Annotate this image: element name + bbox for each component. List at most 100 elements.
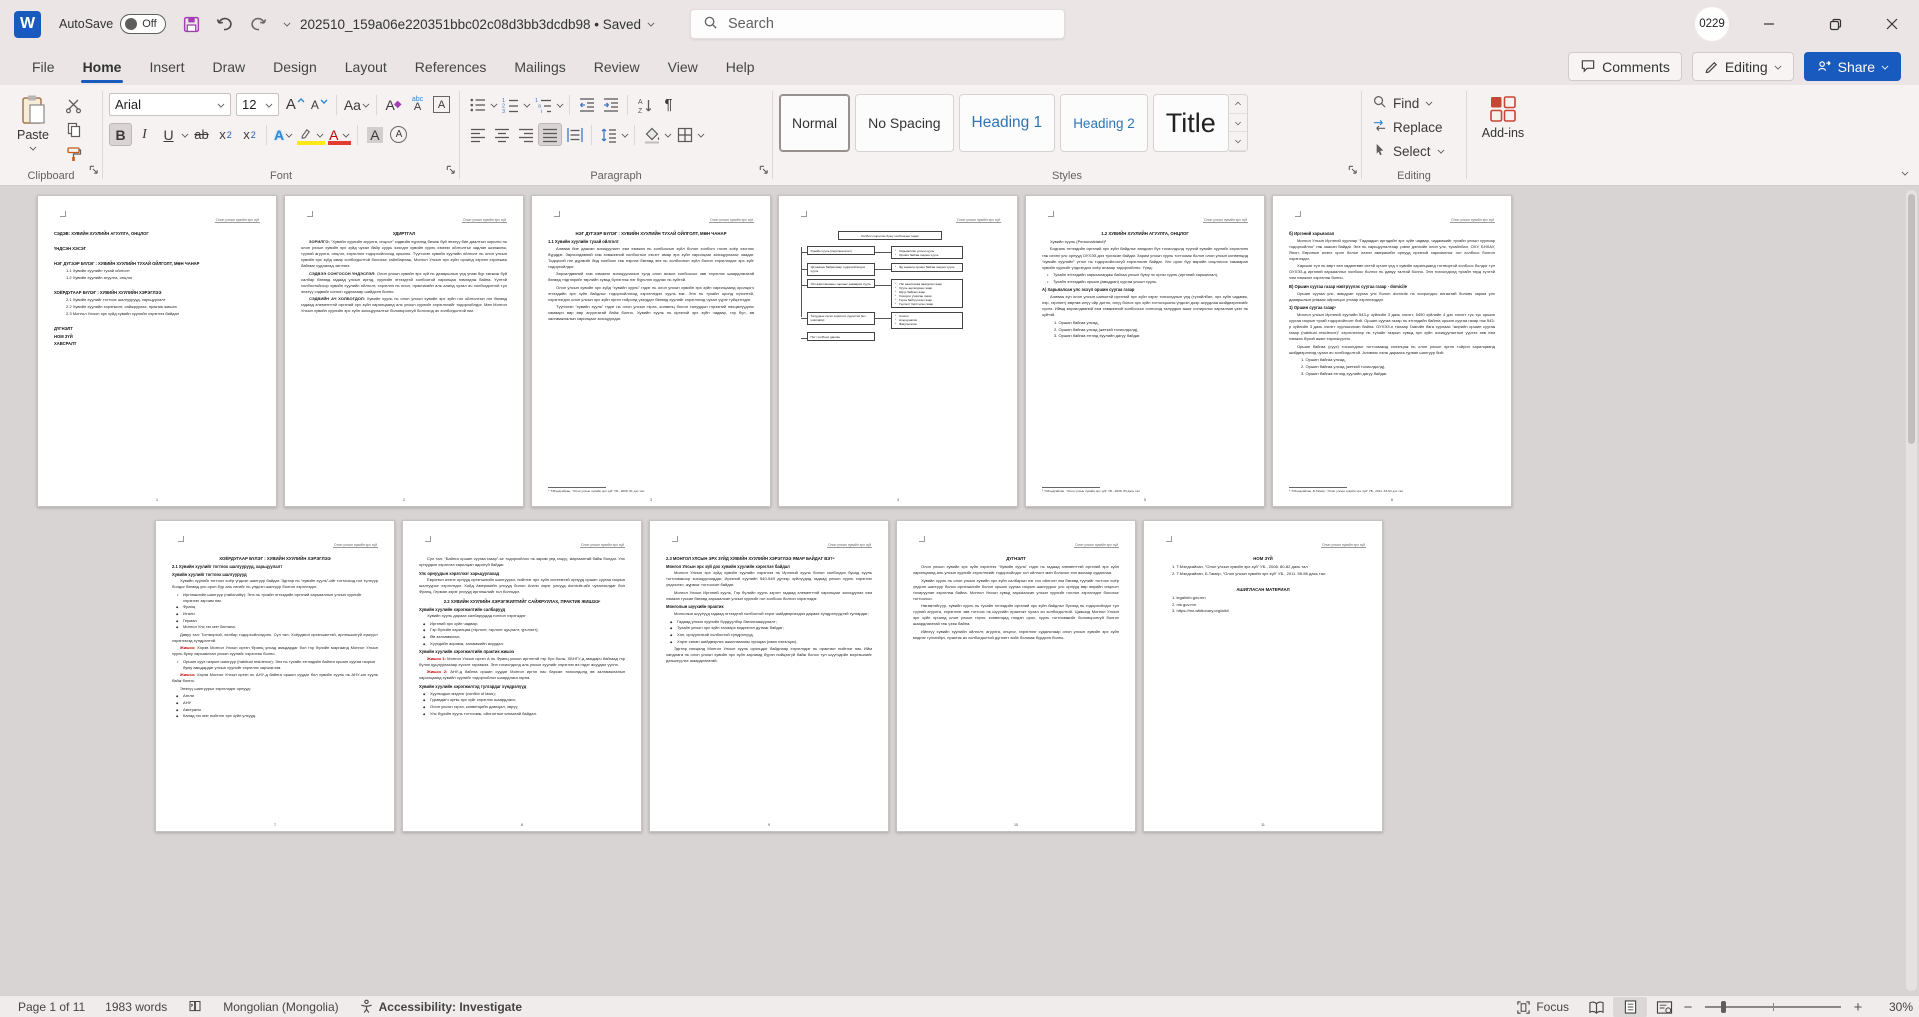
share-button[interactable]: Share xyxy=(1804,52,1901,81)
font-family-select[interactable]: Arial xyxy=(109,93,231,116)
bullets-chevron-icon[interactable] xyxy=(491,101,497,107)
align-center-button[interactable] xyxy=(490,123,513,146)
close-button[interactable] xyxy=(1869,0,1915,48)
increase-indent-button[interactable] xyxy=(599,93,622,116)
shrink-font-button[interactable]: A xyxy=(308,93,331,116)
subscript-button[interactable]: x2 xyxy=(214,123,237,146)
page-thumbnail[interactable]: Олон улсын хувийн эрх зүйХолбогч хэрэглэ… xyxy=(778,195,1018,507)
tab-review[interactable]: Review xyxy=(580,48,654,85)
find-button[interactable]: Find xyxy=(1368,92,1460,114)
accessibility-status[interactable]: Accessibility: Investigate xyxy=(349,996,532,1017)
align-left-button[interactable] xyxy=(466,123,489,146)
tab-view[interactable]: View xyxy=(654,48,712,85)
web-layout-button[interactable] xyxy=(1647,997,1681,1017)
text-effects-button[interactable]: A xyxy=(272,123,295,146)
tab-file[interactable]: File xyxy=(18,48,69,85)
tab-help[interactable]: Help xyxy=(712,48,769,85)
gallery-more-icon[interactable] xyxy=(1229,132,1247,151)
redo-icon[interactable] xyxy=(249,15,269,33)
align-right-button[interactable] xyxy=(514,123,537,146)
paragraph-dialog-launcher[interactable] xyxy=(758,162,769,180)
tab-mailings[interactable]: Mailings xyxy=(500,48,579,85)
tab-draw[interactable]: Draw xyxy=(198,48,259,85)
vertical-scrollbar[interactable] xyxy=(1906,190,1917,991)
page-thumbnail[interactable]: Олон улсын хувийн эрх зүйСул тал: “Байнг… xyxy=(402,520,642,832)
page-thumbnail[interactable]: Олон улсын хувийн эрх зүйХОЁРДУГААР БҮЛЭ… xyxy=(155,520,395,832)
numbering-chevron-icon[interactable] xyxy=(524,101,530,107)
decrease-indent-button[interactable] xyxy=(575,93,598,116)
style-heading-1[interactable]: Heading 1 xyxy=(959,94,1056,152)
page-thumbnail[interactable]: Олон улсын хувийн эрх зүйУДИРТГАЛЗОРИЛГО… xyxy=(284,195,524,507)
styles-gallery-scroll[interactable] xyxy=(1229,94,1248,152)
tab-design[interactable]: Design xyxy=(259,48,331,85)
font-dialog-launcher[interactable] xyxy=(445,162,456,180)
paste-button[interactable]: Paste xyxy=(6,92,60,164)
zoom-level[interactable]: 30% xyxy=(1879,1000,1913,1014)
zoom-in-button[interactable]: + xyxy=(1851,999,1865,1016)
numbered-list-button[interactable]: 123 xyxy=(499,93,522,116)
cut-button[interactable] xyxy=(62,96,85,116)
print-layout-button[interactable] xyxy=(1613,997,1647,1017)
zoom-slider[interactable] xyxy=(1705,1006,1841,1008)
editing-mode-button[interactable]: Editing xyxy=(1692,52,1794,81)
search-input[interactable]: Search xyxy=(690,9,1065,39)
borders-button[interactable] xyxy=(673,123,696,146)
justify-button[interactable] xyxy=(538,123,562,146)
line-spacing-chevron-icon[interactable] xyxy=(622,131,628,137)
page-thumbnail[interactable]: Олон улсын хувийн эрх зүй1.2 ХУВИЙН ХУУЛ… xyxy=(1025,195,1265,507)
style-heading-2[interactable]: Heading 2 xyxy=(1060,94,1148,152)
underline-chevron-icon[interactable] xyxy=(182,131,188,137)
scrollbar-thumb[interactable] xyxy=(1908,194,1915,444)
zoom-slider-thumb[interactable] xyxy=(1721,1001,1726,1013)
underline-button[interactable]: U xyxy=(157,123,180,146)
strikethrough-button[interactable]: ab xyxy=(190,123,213,146)
page-thumbnail[interactable]: Олон улсын хувийн эрх зүйСЭДЭВ: ХУВИЙН Х… xyxy=(37,195,277,507)
phonetic-guide-button[interactable]: abcA xyxy=(406,93,429,116)
copy-button[interactable] xyxy=(62,120,85,140)
bold-button[interactable]: B xyxy=(109,123,132,146)
page-thumbnail[interactable]: Олон улсын хувийн эрх зүйб) Иргэний харь… xyxy=(1272,195,1512,507)
change-case-button[interactable]: Aa xyxy=(342,93,371,116)
line-spacing-button[interactable] xyxy=(597,123,620,146)
proofing-status[interactable] xyxy=(177,996,213,1017)
page-thumbnail[interactable]: Олон улсын хувийн эрх зүйДҮГНЭЛТОлон улс… xyxy=(896,520,1136,832)
word-count[interactable]: 1983 words xyxy=(95,996,177,1017)
style-normal[interactable]: Normal xyxy=(779,94,850,152)
multilevel-list-button[interactable]: 1ai xyxy=(532,93,555,116)
quick-access-chevron-icon[interactable] xyxy=(284,21,290,27)
select-button[interactable]: Select xyxy=(1368,140,1460,162)
replace-button[interactable]: Replace xyxy=(1368,116,1460,138)
show-formatting-marks-button[interactable]: ¶ xyxy=(657,93,680,116)
font-color-button[interactable]: A xyxy=(327,123,352,146)
superscript-button[interactable]: x2 xyxy=(238,123,261,146)
font-size-select[interactable]: 12 xyxy=(236,93,279,116)
page-thumbnail[interactable]: Олон улсын хувийн эрх зүйНЭГ ДҮГЭЭР БҮЛЭ… xyxy=(531,195,771,507)
page-thumbnail[interactable]: Олон улсын хувийн эрх зүй2.3 МОНГОЛ УЛСЫ… xyxy=(649,520,889,832)
focus-mode-button[interactable]: Focus xyxy=(1506,996,1579,1017)
page-indicator[interactable]: Page 1 of 11 xyxy=(8,996,95,1017)
addins-button[interactable]: Add-ins xyxy=(1476,92,1530,140)
gallery-up-icon[interactable] xyxy=(1229,95,1247,114)
tab-references[interactable]: References xyxy=(401,48,501,85)
highlight-color-button[interactable] xyxy=(296,123,326,146)
document-canvas[interactable]: Олон улсын хувийн эрх зүйСЭДЭВ: ХУВИЙН Х… xyxy=(0,186,1919,995)
shading-button[interactable] xyxy=(640,123,663,146)
enclose-characters-button[interactable]: A xyxy=(387,123,410,146)
tab-layout[interactable]: Layout xyxy=(331,48,401,85)
style-title[interactable]: Title xyxy=(1153,94,1229,152)
minimize-button[interactable] xyxy=(1746,0,1792,48)
bullet-list-button[interactable] xyxy=(466,93,489,116)
grow-font-button[interactable]: A xyxy=(284,93,307,116)
read-mode-button[interactable] xyxy=(1579,997,1613,1017)
format-painter-button[interactable] xyxy=(62,144,85,164)
document-title[interactable]: 202510_159a06e220351bbc02c08d3bb3dcdb98 … xyxy=(300,0,655,48)
borders-chevron-icon[interactable] xyxy=(698,131,704,137)
multilevel-chevron-icon[interactable] xyxy=(557,101,563,107)
character-border-button[interactable]: A xyxy=(430,93,453,116)
clipboard-dialog-launcher[interactable] xyxy=(88,162,99,180)
language-indicator[interactable]: Mongolian (Mongolia) xyxy=(213,996,348,1017)
undo-icon[interactable] xyxy=(215,15,235,33)
tab-home[interactable]: Home xyxy=(69,48,136,85)
comments-button[interactable]: Comments xyxy=(1568,52,1682,81)
distribute-text-button[interactable] xyxy=(563,123,586,146)
